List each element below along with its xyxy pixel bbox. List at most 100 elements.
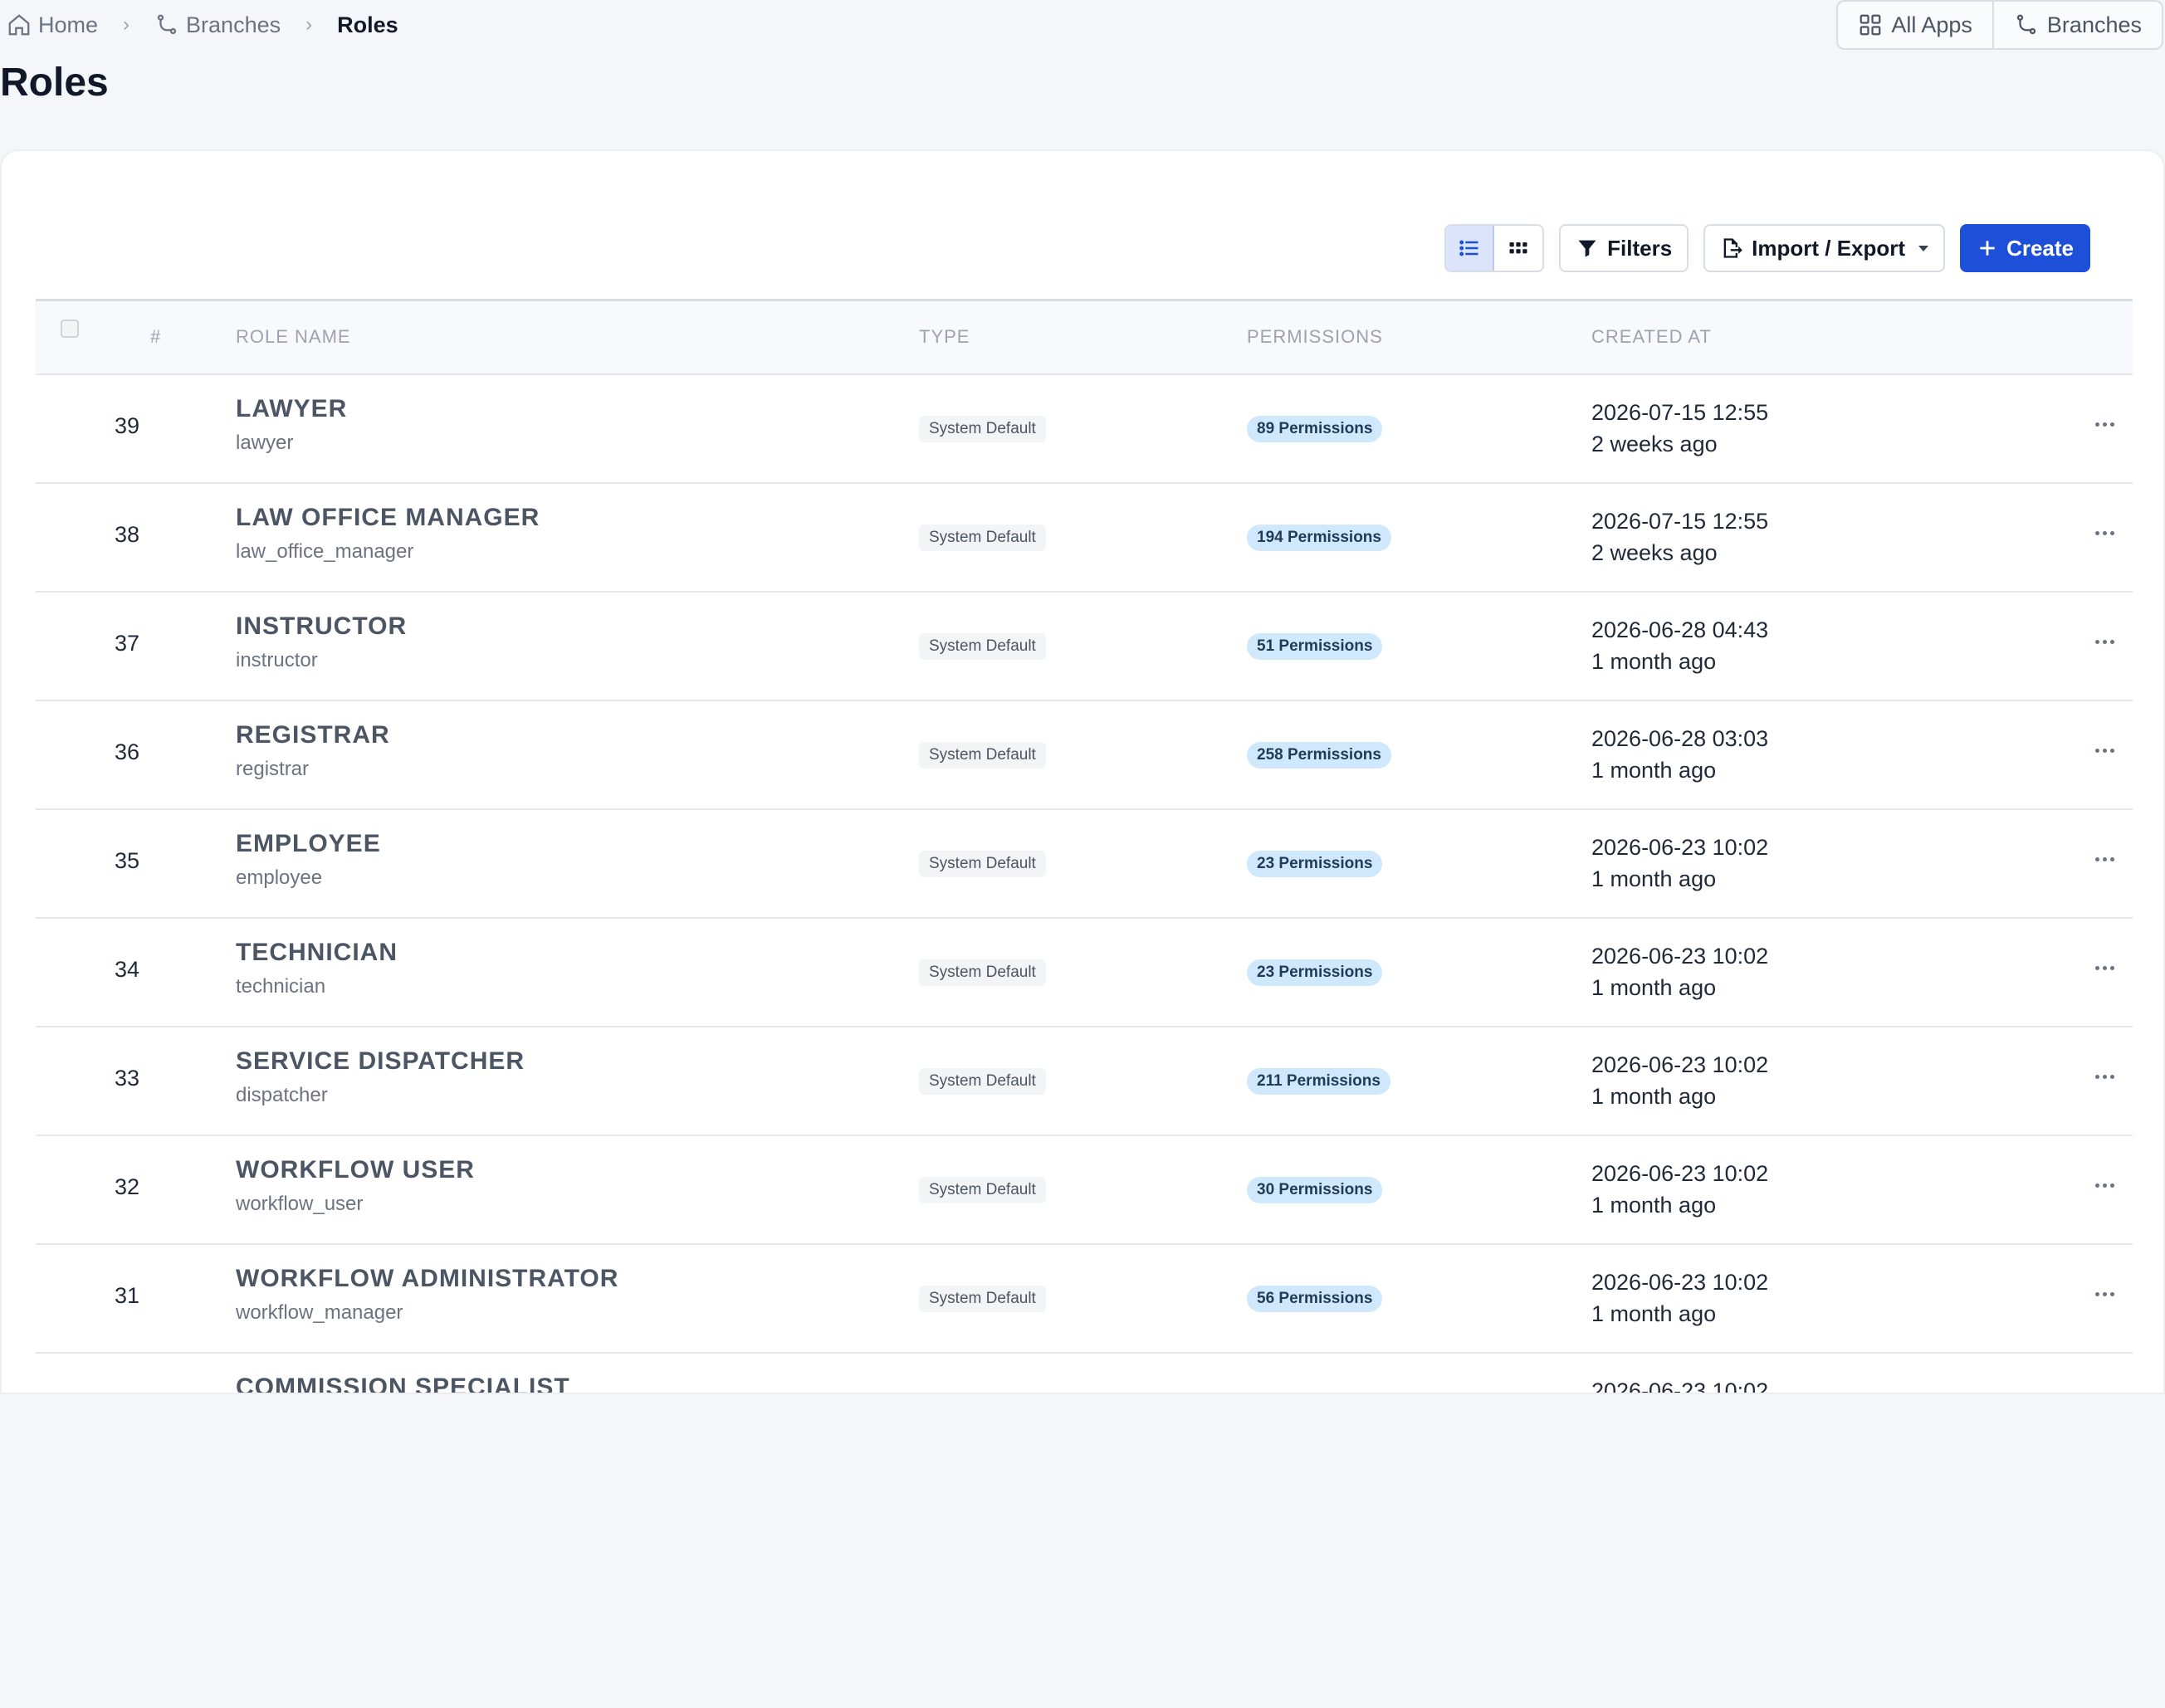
created-at-date: 2026-06-23 10:02	[1591, 835, 1769, 860]
more-icon[interactable]	[2088, 1064, 2121, 1089]
table-row[interactable]: 37 INSTRUCTOR instructor System Default …	[36, 593, 2133, 701]
view-toggle	[1444, 224, 1545, 272]
role-cell: SERVICE DISPATCHER dispatcher	[236, 1047, 525, 1107]
role-name[interactable]: WORKFLOW USER	[236, 1156, 475, 1184]
home-icon	[8, 14, 30, 36]
type-cell: System Default	[919, 959, 1046, 986]
role-key: workflow_manager	[236, 1301, 403, 1324]
more-icon[interactable]	[2088, 955, 2121, 980]
table-row[interactable]: 31 WORKFLOW ADMINISTRATOR workflow_manag…	[36, 1245, 2133, 1354]
row-number: 33	[114, 1066, 140, 1091]
permissions-badge[interactable]: 56 Permissions	[1247, 1286, 1383, 1312]
created-at-cell: 2026-07-15 12:55 2 weeks ago	[1591, 505, 1768, 569]
header-created-at[interactable]: CREATED AT	[1591, 326, 1712, 348]
role-name[interactable]: EMPLOYEE	[236, 830, 381, 858]
created-at-cell: 2026-07-15 12:55 2 weeks ago	[1591, 397, 1768, 460]
permissions-badge[interactable]: 89 Permissions	[1247, 416, 1383, 442]
type-cell: System Default	[919, 1068, 1046, 1095]
grid-view-icon	[1509, 242, 1527, 254]
more-icon[interactable]	[2088, 412, 2121, 437]
more-icon[interactable]	[2088, 738, 2121, 763]
permissions-badge[interactable]: 194 Permissions	[1247, 525, 1391, 551]
created-at-relative: 1 month ago	[1591, 866, 1717, 891]
role-cell: EMPLOYEE employee	[236, 830, 381, 890]
more-icon[interactable]	[2088, 520, 2121, 545]
table-row[interactable]: 39 LAWYER lawyer System Default 89 Permi…	[36, 375, 2133, 484]
permissions-cell: 30 Permissions	[1247, 1177, 1383, 1203]
plus-icon	[1980, 241, 1995, 256]
role-name[interactable]: LAWYER	[236, 395, 347, 423]
more-icon[interactable]	[2088, 629, 2121, 654]
table-row[interactable]: 32 WORKFLOW USER workflow_user System De…	[36, 1136, 2133, 1245]
created-at-relative: 1 month ago	[1591, 1193, 1717, 1218]
role-key: dispatcher	[236, 1084, 328, 1106]
create-button[interactable]: Create	[1960, 224, 2090, 272]
role-name[interactable]: SERVICE DISPATCHER	[236, 1047, 525, 1076]
grid-icon	[1860, 14, 1881, 36]
role-key: employee	[236, 866, 323, 889]
permissions-badge[interactable]: 23 Permissions	[1247, 959, 1383, 986]
type-cell: System Default	[919, 633, 1046, 660]
branch-icon	[157, 14, 177, 35]
role-cell: REGISTRAR registrar	[236, 721, 390, 781]
breadcrumb-branches[interactable]: Branches	[154, 12, 281, 38]
created-at-relative: 1 month ago	[1591, 975, 1717, 1000]
table-row[interactable]: 35 EMPLOYEE employee System Default 23 P…	[36, 810, 2133, 919]
filters-button[interactable]: Filters	[1559, 224, 1689, 272]
header-role-name[interactable]: ROLE NAME	[236, 326, 351, 348]
role-name[interactable]: LAW OFFICE MANAGER	[236, 504, 540, 532]
type-badge: System Default	[919, 1068, 1046, 1095]
table-body: 39 LAWYER lawyer System Default 89 Permi…	[36, 375, 2133, 1393]
header-type[interactable]: TYPE	[919, 326, 970, 348]
permissions-badge[interactable]: 51 Permissions	[1247, 633, 1383, 660]
role-name[interactable]: INSTRUCTOR	[236, 612, 407, 641]
created-at-cell: 2026-06-23 10:02 1 month ago	[1591, 940, 1768, 1003]
select-all-checkbox[interactable]	[61, 320, 79, 338]
more-icon[interactable]	[2088, 1173, 2121, 1198]
branches-button[interactable]: Branches	[1992, 2, 2162, 48]
list-view-button[interactable]	[1446, 226, 1495, 271]
permissions-badge[interactable]: 211 Permissions	[1247, 1068, 1390, 1095]
import-export-label: Import / Export	[1752, 235, 1906, 261]
permissions-badge[interactable]: 23 Permissions	[1247, 851, 1383, 877]
row-number: 35	[114, 848, 140, 873]
roles-card: Filters Import / Export Create # ROLE NA…	[0, 149, 2165, 1394]
breadcrumb-separator: ›	[123, 13, 130, 36]
permissions-cell: 211 Permissions	[1247, 1068, 1390, 1095]
created-at-cell: 2026-06-23 10:02 1 month ago	[1591, 832, 1768, 895]
role-name[interactable]: REGISTRAR	[236, 721, 390, 749]
row-number: 32	[114, 1174, 140, 1199]
permissions-badge[interactable]: 30 Permissions	[1247, 1177, 1383, 1203]
top-actions: All Apps Branches	[1836, 0, 2163, 50]
breadcrumb: Home › Branches › Roles	[7, 10, 398, 40]
role-name[interactable]: COMMISSION SPECIALIST	[236, 1374, 570, 1393]
table-row[interactable]: COMMISSION SPECIALIST 2026-06-23 10:02	[36, 1354, 2133, 1393]
table-row[interactable]: 34 TECHNICIAN technician System Default …	[36, 919, 2133, 1027]
more-icon[interactable]	[2088, 1281, 2121, 1306]
role-key: lawyer	[236, 432, 294, 454]
table-row[interactable]: 38 LAW OFFICE MANAGER law_office_manager…	[36, 484, 2133, 593]
role-name[interactable]: WORKFLOW ADMINISTRATOR	[236, 1265, 618, 1293]
created-at-date: 2026-06-28 03:03	[1591, 726, 1769, 751]
grid-view-button[interactable]	[1494, 226, 1543, 271]
row-number: 36	[114, 739, 140, 764]
created-at-date: 2026-06-23 10:02	[1591, 1052, 1769, 1077]
role-cell: LAWYER lawyer	[236, 395, 347, 455]
created-at-cell: 2026-06-23 10:02 1 month ago	[1591, 1158, 1768, 1221]
table-row[interactable]: 33 SERVICE DISPATCHER dispatcher System …	[36, 1027, 2133, 1136]
all-apps-button[interactable]: All Apps	[1838, 2, 1992, 48]
role-key: registrar	[236, 758, 310, 780]
breadcrumb-home[interactable]: Home	[7, 12, 98, 38]
role-key: workflow_user	[236, 1193, 364, 1215]
more-icon[interactable]	[2088, 847, 2121, 871]
import-export-button[interactable]: Import / Export	[1703, 224, 1946, 272]
branches-label: Branches	[2046, 12, 2142, 37]
row-number: 37	[114, 631, 140, 656]
create-label: Create	[2006, 235, 2074, 261]
table-row[interactable]: 36 REGISTRAR registrar System Default 25…	[36, 701, 2133, 810]
permissions-badge[interactable]: 258 Permissions	[1247, 742, 1391, 769]
role-name[interactable]: TECHNICIAN	[236, 939, 398, 967]
header-permissions[interactable]: PERMISSIONS	[1247, 326, 1383, 348]
role-key: law_office_manager	[236, 540, 414, 563]
toolbar: Filters Import / Export Create	[1444, 224, 2090, 272]
